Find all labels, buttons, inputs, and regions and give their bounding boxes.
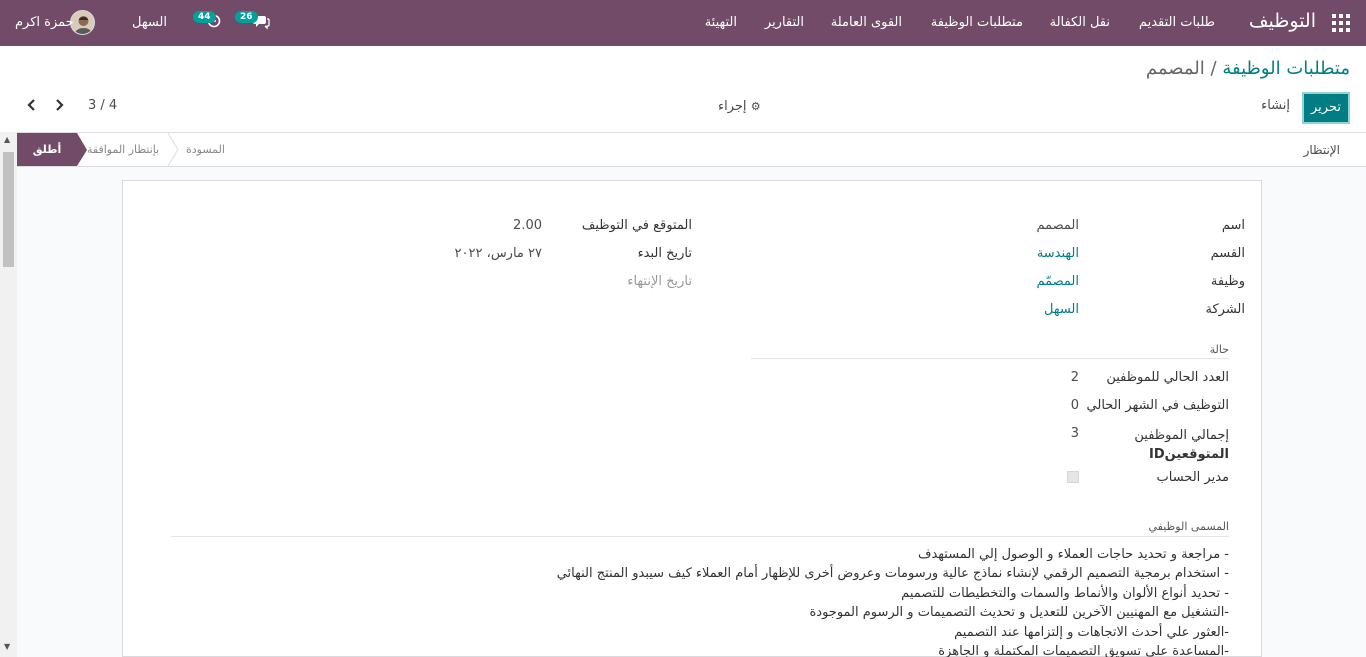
total-expected-employees-label: إجمالي الموظفين المتوقعينID [1134,428,1229,462]
menu-sponsorship-transfer[interactable]: نقل الكفالة [1050,15,1110,30]
breadcrumb-separator: / [1204,58,1223,79]
scrollbar-thumb[interactable] [3,152,14,267]
total-expected-employees-value: 3 [1070,426,1079,441]
user-avatar[interactable] [70,10,95,35]
activities-badge: 44 [193,11,216,23]
status-bar: الإنتظار المسودة بإنتظار الموافقة أطلق [17,132,1366,167]
current-employees-label: العدد الحالي للموظفين [1106,370,1229,385]
hiring-this-month-value: 0 [1070,398,1079,413]
hiring-this-month-label: التوظيف في الشهر الحالي [1086,398,1229,413]
field-job-label: وظيفة [1210,274,1245,289]
description-line[interactable]: -العثور علي أحدث الاتجاهات و إلتزامها عن… [954,625,1229,640]
field-start-date-label: تاريخ البدء [637,246,692,261]
gear-icon: ⚙ [750,100,761,113]
field-job-value[interactable]: المصمّم [1036,274,1079,289]
waiting-button[interactable]: الإنتظار [1304,143,1340,157]
action-label: إجراء [718,99,747,114]
stage-pending-approval[interactable]: بإنتظار الموافقة [87,143,159,156]
field-name-label: اسم [1221,218,1245,233]
menu-reports[interactable]: التقارير [765,15,804,30]
messages-badge: 26 [235,11,258,23]
company-switcher[interactable]: السهل [132,15,167,30]
field-expected-hiring-value[interactable]: 2.00 [513,218,542,233]
description-line[interactable]: - مراجعة و تحديد حاجات العملاء و الوصول … [918,547,1229,562]
job-title-divider [171,536,1229,537]
status-section-title: حالة [1209,343,1229,356]
field-department-value[interactable]: الهندسة [1037,246,1079,261]
action-menu[interactable]: إجراء ⚙ [718,99,761,114]
breadcrumb-current: المصمم [1145,58,1205,79]
field-expected-hiring-label: المتوقع في التوظيف [581,218,692,233]
current-employees-value: 2 [1070,370,1079,385]
description-line[interactable]: - تحديد أنواع الألوان والأنماط والسمات و… [901,586,1229,601]
pager-next-icon[interactable] [54,98,64,116]
description-line[interactable]: - استخدام برمجية التصميم الرقمي لإنشاء ن… [557,566,1229,581]
description-line[interactable]: -المساعدة علي تسويق التصميمات المكتملة و… [938,644,1229,657]
pager-value[interactable]: 3 / 4 [88,98,117,113]
edit-button[interactable]: تحرير [1302,92,1350,124]
scroll-up-icon[interactable]: ▲ [4,135,10,144]
description-line[interactable]: -التشغيل مع المهنيين الآخرين للتعديل و ت… [809,605,1229,620]
field-end-date-label: تاريخ الإنتهاء [627,274,692,289]
app-brand[interactable]: التوظيف [1249,10,1316,32]
breadcrumb: متطلبات الوظيفة / المصمم [1146,58,1350,79]
field-start-date-value[interactable]: ٢٧ مارس، ٢٠٢٢ [455,246,542,261]
pager-previous-icon[interactable] [27,98,37,116]
apps-menu-icon[interactable] [1332,14,1350,32]
job-title-section: المسمى الوظيفي [1148,520,1229,533]
stage-draft[interactable]: المسودة [186,143,225,156]
menu-workforce[interactable]: القوى العاملة [831,15,902,30]
field-department-label: القسم [1210,246,1245,261]
account-manager-checkbox[interactable] [1067,471,1079,483]
breadcrumb-parent[interactable]: متطلبات الوظيفة [1222,58,1350,79]
top-navbar: التوظيف طلبات التقديم نقل الكفالة متطلبا… [0,0,1366,46]
menu-job-requirements[interactable]: متطلبات الوظيفة [931,15,1023,30]
form-sheet: اسم المصمم القسم الهندسة وظيفة المصمّم ا… [122,180,1262,657]
field-company-label: الشركة [1205,302,1245,317]
status-section-divider [751,358,1229,359]
scroll-down-icon[interactable]: ▼ [4,642,10,651]
stage-separator [167,133,179,166]
scrollbar[interactable]: ▲ ▼ [0,132,17,657]
stage-launched[interactable]: أطلق [17,133,87,166]
menu-configuration[interactable]: التهيئة [705,15,737,30]
field-company-value[interactable]: السهل [1044,302,1079,317]
account-manager-label: مدير الحساب [1156,470,1229,485]
user-name[interactable]: حمزة اكرم [15,15,74,30]
create-button[interactable]: إنشاء [1261,98,1290,113]
menu-applications[interactable]: طلبات التقديم [1139,15,1215,30]
field-name-value[interactable]: المصمم [1036,218,1079,233]
